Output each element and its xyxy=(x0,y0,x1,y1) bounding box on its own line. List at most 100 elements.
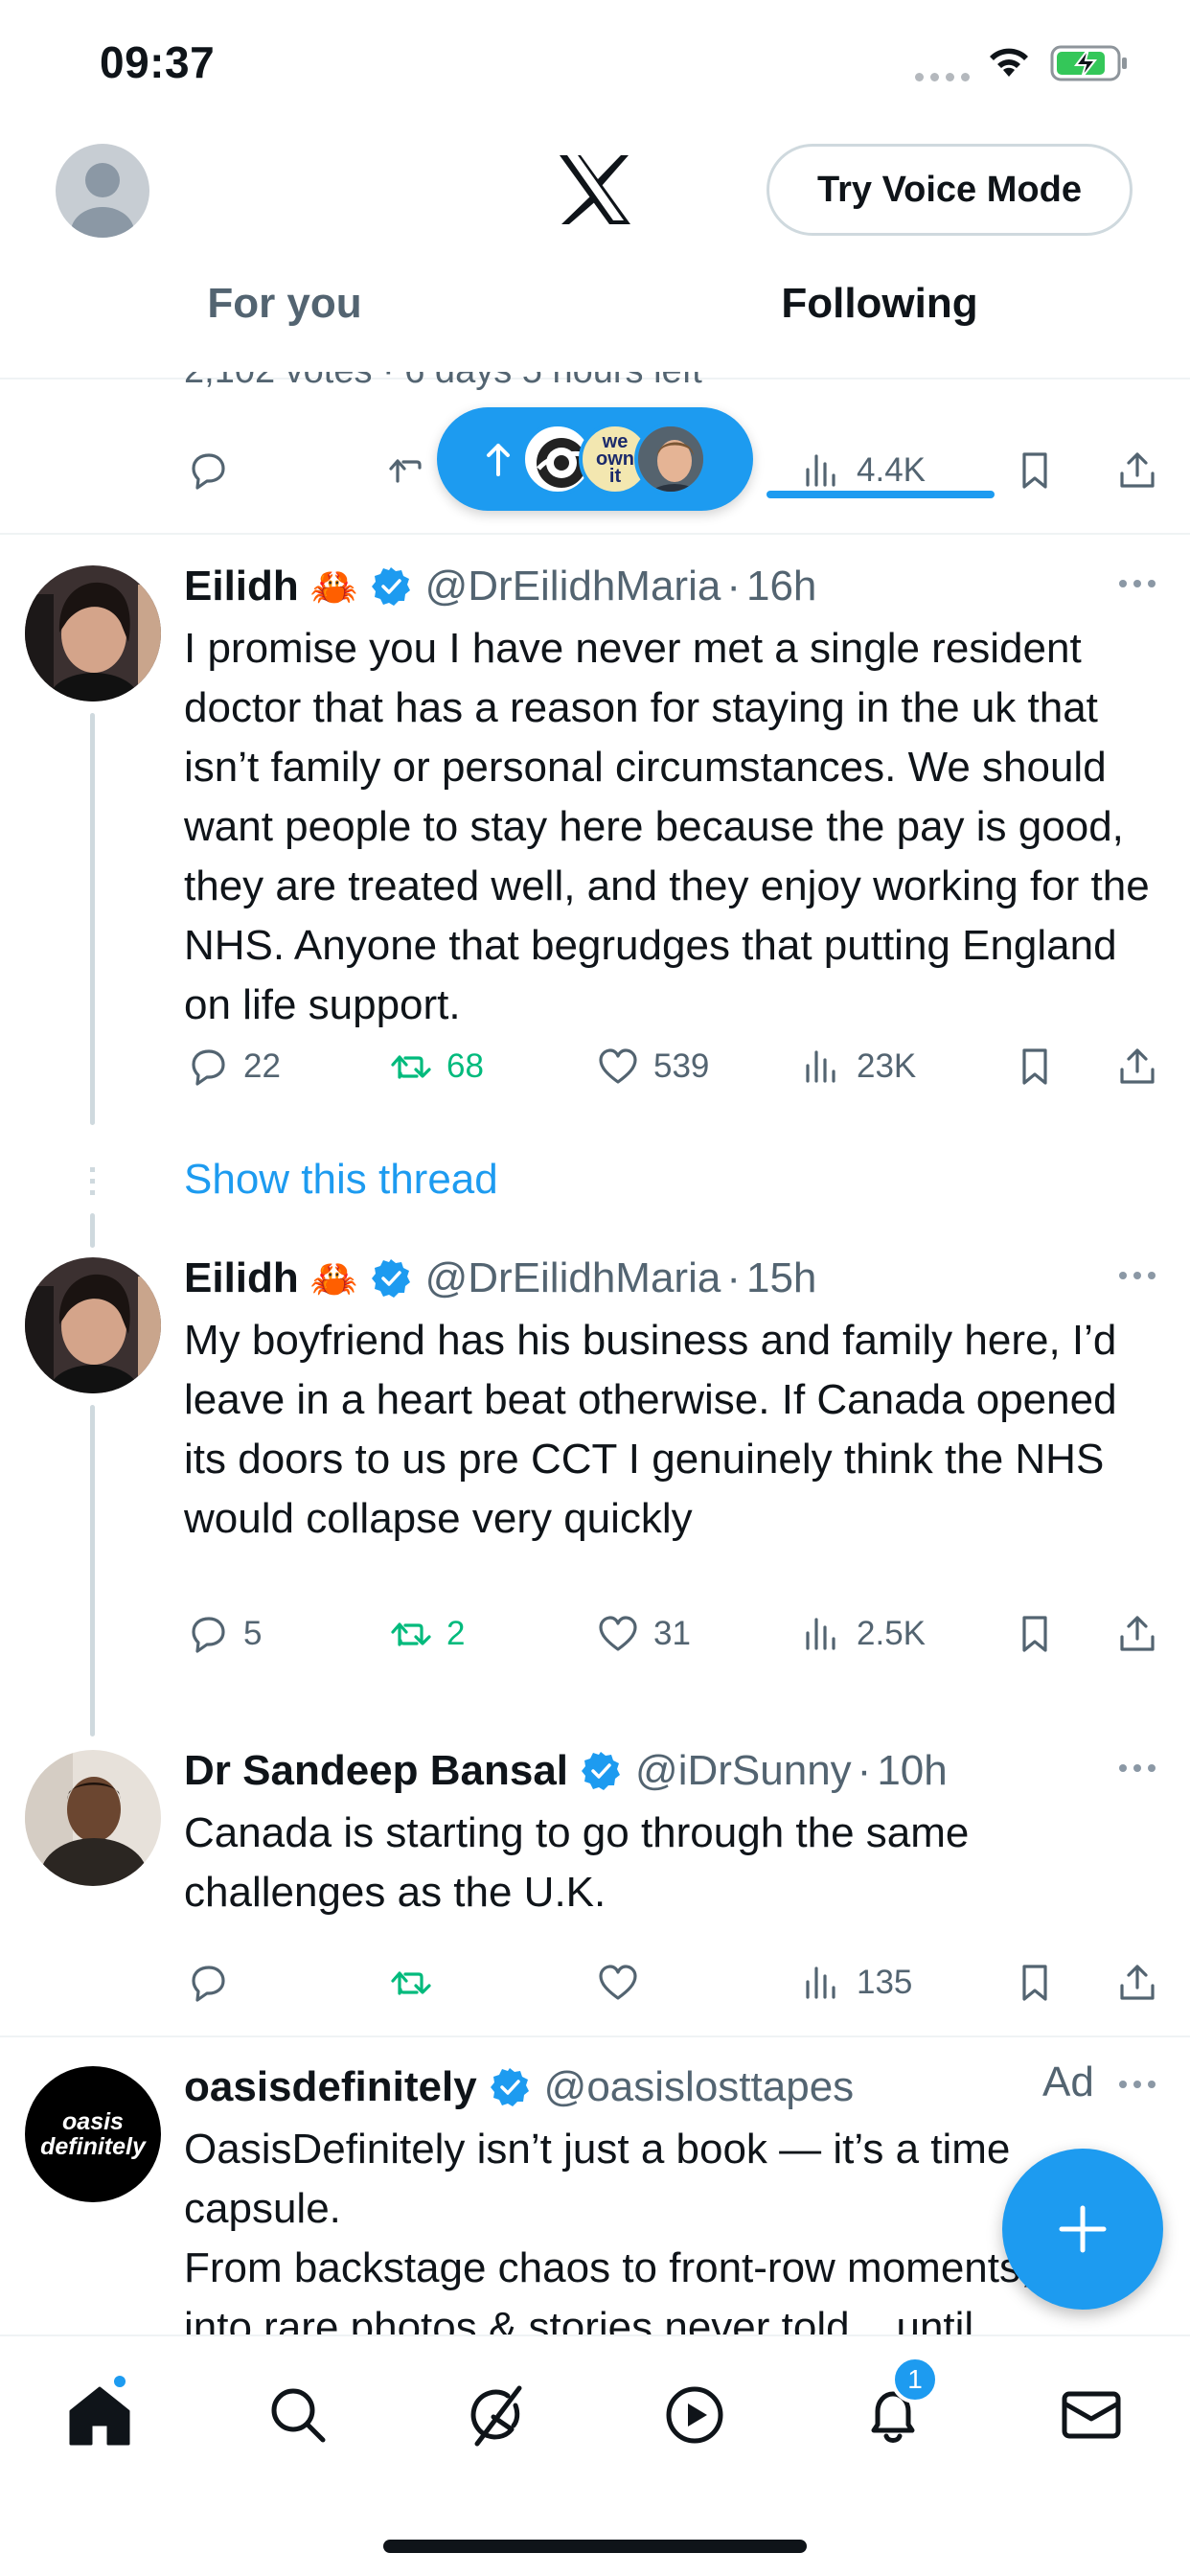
new-post-avatar xyxy=(634,423,707,495)
tweet-text: Canada is starting to go through the sam… xyxy=(184,1809,970,1916)
repost-button[interactable]: 68 xyxy=(387,1033,484,1100)
status-time: 09:37 xyxy=(100,37,216,87)
top-header: Try Voice Mode For you Following xyxy=(0,134,1190,498)
thread-line xyxy=(90,1405,95,1736)
nav-search[interactable] xyxy=(260,2377,336,2453)
play-icon xyxy=(666,2386,723,2444)
handle[interactable]: @oasislosttapes xyxy=(544,2063,855,2111)
tweet-text: My boyfriend has his business and family… xyxy=(184,1317,1117,1542)
show-thread-link[interactable]: Show this thread xyxy=(184,1156,498,1204)
nav-grok[interactable] xyxy=(458,2377,535,2453)
display-name[interactable]: Eilidh xyxy=(184,563,299,610)
views-count[interactable]: 23K xyxy=(797,1033,916,1100)
share-icon xyxy=(1120,1048,1155,1084)
avatar[interactable] xyxy=(25,1750,161,1886)
reply-button[interactable] xyxy=(184,1949,243,2016)
repost-count: 2 xyxy=(446,1615,466,1652)
views-count[interactable]: 135 xyxy=(797,1949,912,2016)
more-icon[interactable] xyxy=(1113,569,1161,598)
timestamp[interactable]: 15h xyxy=(746,1254,816,1302)
share-button[interactable] xyxy=(1113,1600,1161,1668)
repost-button[interactable]: 2 xyxy=(387,1600,465,1668)
like-button[interactable]: 539 xyxy=(594,1033,709,1100)
status-bar: 09:37 xyxy=(0,0,1190,134)
divider xyxy=(0,2036,1190,2037)
separator-dot: · xyxy=(857,1747,872,1794)
share-icon xyxy=(1120,1616,1155,1651)
thread-line xyxy=(90,1213,95,1248)
heart-icon xyxy=(599,1965,637,2000)
search-icon xyxy=(271,2388,326,2443)
more-icon[interactable] xyxy=(1113,1754,1161,1782)
tweet-text: I promise you I have never met a single … xyxy=(184,625,1150,1028)
bookmark-button[interactable] xyxy=(1011,437,1059,504)
default-avatar-icon xyxy=(71,163,134,238)
views-count[interactable]: 4.4K xyxy=(797,437,926,504)
display-name[interactable]: Dr Sandeep Bansal xyxy=(184,1747,568,1795)
views-label: 135 xyxy=(857,1964,913,2001)
more-icon[interactable] xyxy=(1113,1261,1161,1290)
compose-button[interactable] xyxy=(1002,2149,1163,2310)
timestamp[interactable]: 16h xyxy=(746,563,816,610)
handle[interactable]: @iDrSunny xyxy=(635,1747,852,1795)
nav-home[interactable] xyxy=(61,2373,138,2453)
nav-messages[interactable] xyxy=(1053,2377,1130,2453)
verified-badge-icon xyxy=(371,567,410,606)
share-button[interactable] xyxy=(1113,1949,1161,2016)
more-icon[interactable] xyxy=(1113,2070,1161,2099)
like-button[interactable]: 31 xyxy=(594,1600,691,1668)
tweet-actions: 22 68 539 23K xyxy=(184,1033,1161,1100)
profile-avatar[interactable] xyxy=(56,144,149,238)
reply-button[interactable]: 22 xyxy=(184,1033,281,1100)
views-count[interactable]: 2.5K xyxy=(797,1600,926,1668)
views-label: 23K xyxy=(857,1047,917,1085)
mail-icon xyxy=(1062,2391,1121,2439)
wifi-icon xyxy=(990,48,1028,77)
verified-badge-icon xyxy=(490,2068,529,2106)
thread-line xyxy=(90,713,95,1125)
share-icon xyxy=(1120,452,1155,488)
repost-button[interactable] xyxy=(387,1949,446,2016)
thread-dots xyxy=(90,1167,95,1200)
display-name[interactable]: Eilidh xyxy=(184,1254,299,1302)
new-posts-pill[interactable]: we own it xyxy=(437,407,753,511)
handle[interactable]: @DrEilidhMaria xyxy=(425,563,721,610)
reply-count: 22 xyxy=(243,1047,281,1085)
display-name[interactable]: oasisdefinitely xyxy=(184,2063,477,2111)
views-icon xyxy=(806,1966,835,1999)
like-count: 539 xyxy=(653,1047,710,1085)
avatar[interactable]: oasis definitely xyxy=(25,2066,161,2202)
avatar[interactable] xyxy=(25,565,161,702)
repost-icon xyxy=(389,459,422,483)
avatar[interactable] xyxy=(25,1257,161,1393)
x-logo-icon[interactable] xyxy=(557,153,633,226)
tweet-header: Eilidh 🦀 @DrEilidhMaria · 16h xyxy=(184,558,816,615)
reply-icon xyxy=(192,1966,225,2002)
nav-video[interactable] xyxy=(656,2377,733,2453)
home-unread-dot xyxy=(111,2373,128,2390)
nav-notifications[interactable]: 1 xyxy=(855,2356,939,2453)
reply-button[interactable] xyxy=(184,437,232,504)
like-button[interactable] xyxy=(594,1949,653,2016)
bookmark-button[interactable] xyxy=(1011,1600,1059,1668)
arrow-up-icon xyxy=(487,444,510,476)
tab-for-you[interactable]: For you xyxy=(0,257,569,380)
reply-button[interactable]: 5 xyxy=(184,1600,262,1668)
views-icon xyxy=(806,454,835,487)
tweet-header: Dr Sandeep Bansal @iDrSunny · 10h xyxy=(184,1742,948,1800)
divider xyxy=(0,533,1190,535)
bookmark-button[interactable] xyxy=(1011,1949,1059,2016)
share-button[interactable] xyxy=(1113,437,1161,504)
crab-emoji: 🦀 xyxy=(309,1257,358,1300)
tab-following[interactable]: Following xyxy=(621,257,1138,380)
try-voice-mode-button[interactable]: Try Voice Mode xyxy=(767,144,1133,236)
handle[interactable]: @DrEilidhMaria xyxy=(425,1254,721,1302)
tweet-header: Eilidh 🦀 @DrEilidhMaria · 15h xyxy=(184,1250,816,1307)
bookmark-icon xyxy=(1022,1965,1047,2001)
reply-icon xyxy=(192,1617,225,1653)
share-button[interactable] xyxy=(1113,1033,1161,1100)
repost-button[interactable] xyxy=(385,437,433,504)
timestamp[interactable]: 10h xyxy=(877,1747,947,1795)
bookmark-button[interactable] xyxy=(1011,1033,1059,1100)
tweet-actions: 135 xyxy=(184,1949,1161,2016)
